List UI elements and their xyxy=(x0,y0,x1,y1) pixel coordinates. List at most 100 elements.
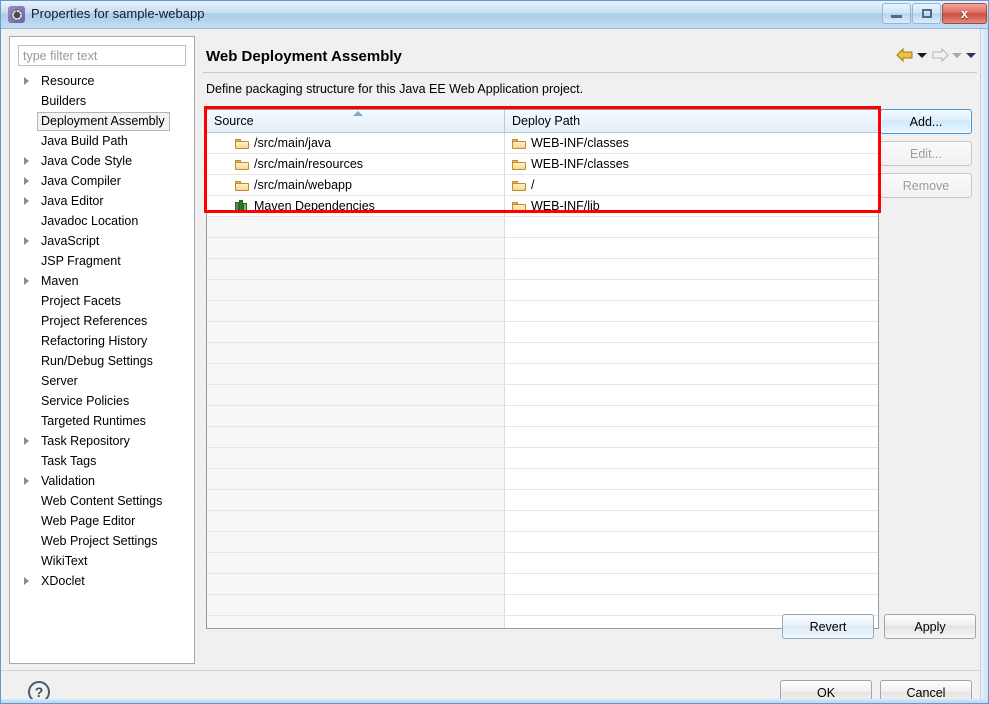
table-row-empty[interactable] xyxy=(207,301,878,322)
back-dropdown-icon[interactable] xyxy=(917,52,927,58)
expand-arrow-icon[interactable] xyxy=(24,197,29,205)
table-row[interactable]: /src/main/webapp / xyxy=(207,175,878,196)
table-row-empty[interactable] xyxy=(207,238,878,259)
table-row-empty[interactable] xyxy=(207,259,878,280)
sidebar-item-service-policies[interactable]: Service Policies xyxy=(11,391,194,411)
cell-source-empty xyxy=(207,259,505,279)
table-body[interactable]: /src/main/java WEB-INF/classes/src/main/r… xyxy=(207,133,878,628)
table-row-empty[interactable] xyxy=(207,217,878,238)
sidebar-item-wikitext[interactable]: WikiText xyxy=(11,551,194,571)
cell-deploy-path-empty xyxy=(505,217,878,237)
expand-arrow-icon[interactable] xyxy=(24,157,29,165)
minimize-button[interactable] xyxy=(882,3,911,24)
expand-arrow-icon[interactable] xyxy=(24,577,29,585)
sidebar-item-project-references[interactable]: Project References xyxy=(11,311,194,331)
table-row-empty[interactable] xyxy=(207,427,878,448)
apply-button[interactable]: Apply xyxy=(884,614,976,639)
sidebar-item-web-content-settings[interactable]: Web Content Settings xyxy=(11,491,194,511)
sidebar-item-java-code-style[interactable]: Java Code Style xyxy=(11,151,194,171)
edit-button[interactable]: Edit... xyxy=(880,141,972,166)
sidebar-item-project-facets[interactable]: Project Facets xyxy=(11,291,194,311)
source-label: /src/main/webapp xyxy=(254,178,352,192)
table-row-empty[interactable] xyxy=(207,574,878,595)
maximize-button[interactable] xyxy=(912,3,941,24)
remove-button[interactable]: Remove xyxy=(880,173,972,198)
cell-source: /src/main/webapp xyxy=(207,175,505,195)
table-header-row: Source Deploy Path xyxy=(207,110,878,133)
table-row-empty[interactable] xyxy=(207,553,878,574)
assembly-table[interactable]: Source Deploy Path /src/main/java WEB-INF… xyxy=(206,109,879,629)
table-row-empty[interactable] xyxy=(207,406,878,427)
settings-tree[interactable]: Resource Builders Deployment Assembly Java … xyxy=(11,71,194,631)
footer-divider xyxy=(1,670,988,671)
table-row-empty[interactable] xyxy=(207,532,878,553)
revert-button[interactable]: Revert xyxy=(782,614,874,639)
back-arrow-icon[interactable] xyxy=(896,47,914,63)
table-row-empty[interactable] xyxy=(207,616,878,628)
sidebar-item-xdoclet[interactable]: XDoclet xyxy=(11,571,194,591)
title-bar[interactable]: Properties for sample-webapp x xyxy=(1,1,988,29)
table-row-empty[interactable] xyxy=(207,280,878,301)
sidebar-item-label: JavaScript xyxy=(41,234,100,248)
expand-arrow-icon[interactable] xyxy=(24,237,29,245)
add-button[interactable]: Add... xyxy=(880,109,972,134)
cell-deploy-path: WEB-INF/classes xyxy=(505,133,878,153)
sidebar-item-task-tags[interactable]: Task Tags xyxy=(11,451,194,471)
column-header-deploy-path[interactable]: Deploy Path xyxy=(505,110,878,132)
cell-source: /src/main/resources xyxy=(207,154,505,174)
table-row-empty[interactable] xyxy=(207,490,878,511)
deploy-path-label: WEB-INF/classes xyxy=(531,136,629,150)
sidebar-item-label: Java Build Path xyxy=(41,134,128,148)
sidebar-item-task-repository[interactable]: Task Repository xyxy=(11,431,194,451)
table-row-empty[interactable] xyxy=(207,385,878,406)
back-nav-group[interactable] xyxy=(896,47,927,63)
navigation-bar xyxy=(896,47,976,63)
cell-deploy-path-empty xyxy=(505,364,878,384)
sidebar-item-targeted-runtimes[interactable]: Targeted Runtimes xyxy=(11,411,194,431)
sidebar-item-jsp-fragment[interactable]: JSP Fragment xyxy=(11,251,194,271)
cell-deploy-path-empty xyxy=(505,322,878,342)
sidebar-item-java-compiler[interactable]: Java Compiler xyxy=(11,171,194,191)
expand-arrow-icon[interactable] xyxy=(24,277,29,285)
cell-deploy-path-empty xyxy=(505,532,878,552)
sidebar-item-web-project-settings[interactable]: Web Project Settings xyxy=(11,531,194,551)
expand-arrow-icon[interactable] xyxy=(24,437,29,445)
cell-source-empty xyxy=(207,385,505,405)
table-row-empty[interactable] xyxy=(207,469,878,490)
library-icon xyxy=(235,200,249,212)
table-row-empty[interactable] xyxy=(207,595,878,616)
sidebar-item-validation[interactable]: Validation xyxy=(11,471,194,491)
expand-arrow-icon[interactable] xyxy=(24,177,29,185)
search-input[interactable] xyxy=(18,45,186,66)
sidebar-item-maven[interactable]: Maven xyxy=(11,271,194,291)
expand-arrow-icon[interactable] xyxy=(24,77,29,85)
sidebar-item-web-page-editor[interactable]: Web Page Editor xyxy=(11,511,194,531)
sidebar-item-server[interactable]: Server xyxy=(11,371,194,391)
sidebar-item-run-debug-settings[interactable]: Run/Debug Settings xyxy=(11,351,194,371)
table-row-empty[interactable] xyxy=(207,448,878,469)
cell-deploy-path-empty xyxy=(505,280,878,300)
table-row-empty[interactable] xyxy=(207,364,878,385)
sidebar-item-refactoring-history[interactable]: Refactoring History xyxy=(11,331,194,351)
close-icon: x xyxy=(960,6,969,21)
view-menu-icon[interactable] xyxy=(966,52,976,58)
sidebar-item-javadoc-location[interactable]: Javadoc Location xyxy=(11,211,194,231)
cell-deploy-path-empty xyxy=(505,406,878,426)
close-button[interactable]: x xyxy=(942,3,987,24)
table-row-empty[interactable] xyxy=(207,322,878,343)
cell-source-empty xyxy=(207,574,505,594)
cell-deploy-path-empty xyxy=(505,259,878,279)
sidebar-item-java-build-path[interactable]: Java Build Path xyxy=(11,131,194,151)
sidebar-item-javascript[interactable]: JavaScript xyxy=(11,231,194,251)
sidebar-item-java-editor[interactable]: Java Editor xyxy=(11,191,194,211)
table-row-empty[interactable] xyxy=(207,343,878,364)
page-title: Web Deployment Assembly xyxy=(206,48,402,65)
sidebar-item-resource[interactable]: Resource xyxy=(11,71,194,91)
table-row[interactable]: Maven Dependencies WEB-INF/lib xyxy=(207,196,878,217)
expand-arrow-icon[interactable] xyxy=(24,477,29,485)
table-row[interactable]: /src/main/java WEB-INF/classes xyxy=(207,133,878,154)
sidebar-item-builders[interactable]: Builders xyxy=(11,91,194,111)
table-row[interactable]: /src/main/resources WEB-INF/classes xyxy=(207,154,878,175)
sidebar-item-deployment-assembly[interactable]: Deployment Assembly xyxy=(11,111,194,131)
table-row-empty[interactable] xyxy=(207,511,878,532)
